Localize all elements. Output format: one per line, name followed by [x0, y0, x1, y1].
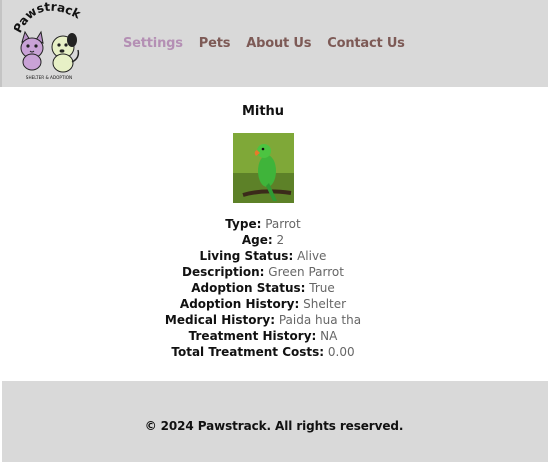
- detail-value: Parrot: [265, 217, 301, 231]
- detail-row-adoption-history: Adoption History: Shelter: [2, 296, 524, 312]
- detail-value: 2: [276, 233, 285, 247]
- detail-row-medical-history: Medical History: Paida hua tha: [2, 312, 524, 328]
- pawstrack-logo-graphic: Pawstrack SHELTER &: [10, 0, 84, 80]
- detail-label: Adoption History:: [179, 297, 300, 311]
- pet-name: Mithu: [241, 104, 285, 119]
- detail-row-age: Age: 2: [2, 232, 524, 248]
- detail-label: Medical History:: [164, 313, 276, 327]
- detail-label: Treatment History:: [188, 329, 317, 343]
- detail-row-description: Description: Green Parrot: [2, 264, 524, 280]
- detail-value: True: [309, 281, 335, 295]
- detail-value: Shelter: [303, 297, 347, 311]
- detail-row-treatment-history: Treatment History: NA: [2, 328, 524, 344]
- detail-row-adoption-status: Adoption Status: True: [2, 280, 524, 296]
- nav-link-pets[interactable]: Pets: [199, 36, 231, 51]
- detail-value: NA: [320, 329, 338, 343]
- detail-value: Green Parrot: [268, 265, 344, 279]
- dog-icon: [51, 33, 80, 73]
- detail-label: Total Treatment Costs:: [171, 345, 325, 359]
- detail-label: Type:: [225, 217, 262, 231]
- svg-text:Pawstrack: Pawstrack: [14, 0, 84, 35]
- detail-value: 0.00: [327, 345, 355, 359]
- detail-row-living-status: Living Status: Alive: [2, 248, 524, 264]
- nav-link-about-us[interactable]: About Us: [246, 36, 311, 51]
- nav-link-settings[interactable]: Settings: [123, 36, 183, 51]
- cat-icon: [20, 30, 44, 71]
- pet-detail-panel: Mithu Type: Parrot Age: 2 Living Status:…: [2, 87, 548, 381]
- parrot-image: [233, 133, 294, 203]
- detail-row-total-treatment-costs: Total Treatment Costs: 0.00: [2, 344, 524, 360]
- detail-value: Alive: [297, 249, 327, 263]
- detail-row-type: Type: Parrot: [2, 216, 524, 232]
- copyright-text: © 2024 Pawstrack. All rights reserved.: [144, 419, 404, 433]
- logo-text: Pawstrack: [10, 0, 83, 35]
- logo-subtext: SHELTER & ADOPTION: [26, 75, 72, 80]
- detail-label: Living Status:: [199, 249, 294, 263]
- pawstrack-logo[interactable]: Pawstrack SHELTER &: [10, 0, 84, 82]
- detail-label: Description:: [182, 265, 265, 279]
- pet-photo: [233, 133, 294, 203]
- pet-details: Type: Parrot Age: 2 Living Status: Alive…: [2, 216, 524, 360]
- detail-value: Paida hua tha: [278, 313, 362, 327]
- nav-link-contact-us[interactable]: Contact Us: [327, 36, 405, 51]
- main-nav: Settings Pets About Us Contact Us: [123, 36, 405, 51]
- site-footer: © 2024 Pawstrack. All rights reserved.: [2, 381, 548, 462]
- detail-label: Age:: [241, 233, 273, 247]
- site-header: Pawstrack SHELTER &: [0, 0, 548, 87]
- detail-label: Adoption Status:: [191, 281, 306, 295]
